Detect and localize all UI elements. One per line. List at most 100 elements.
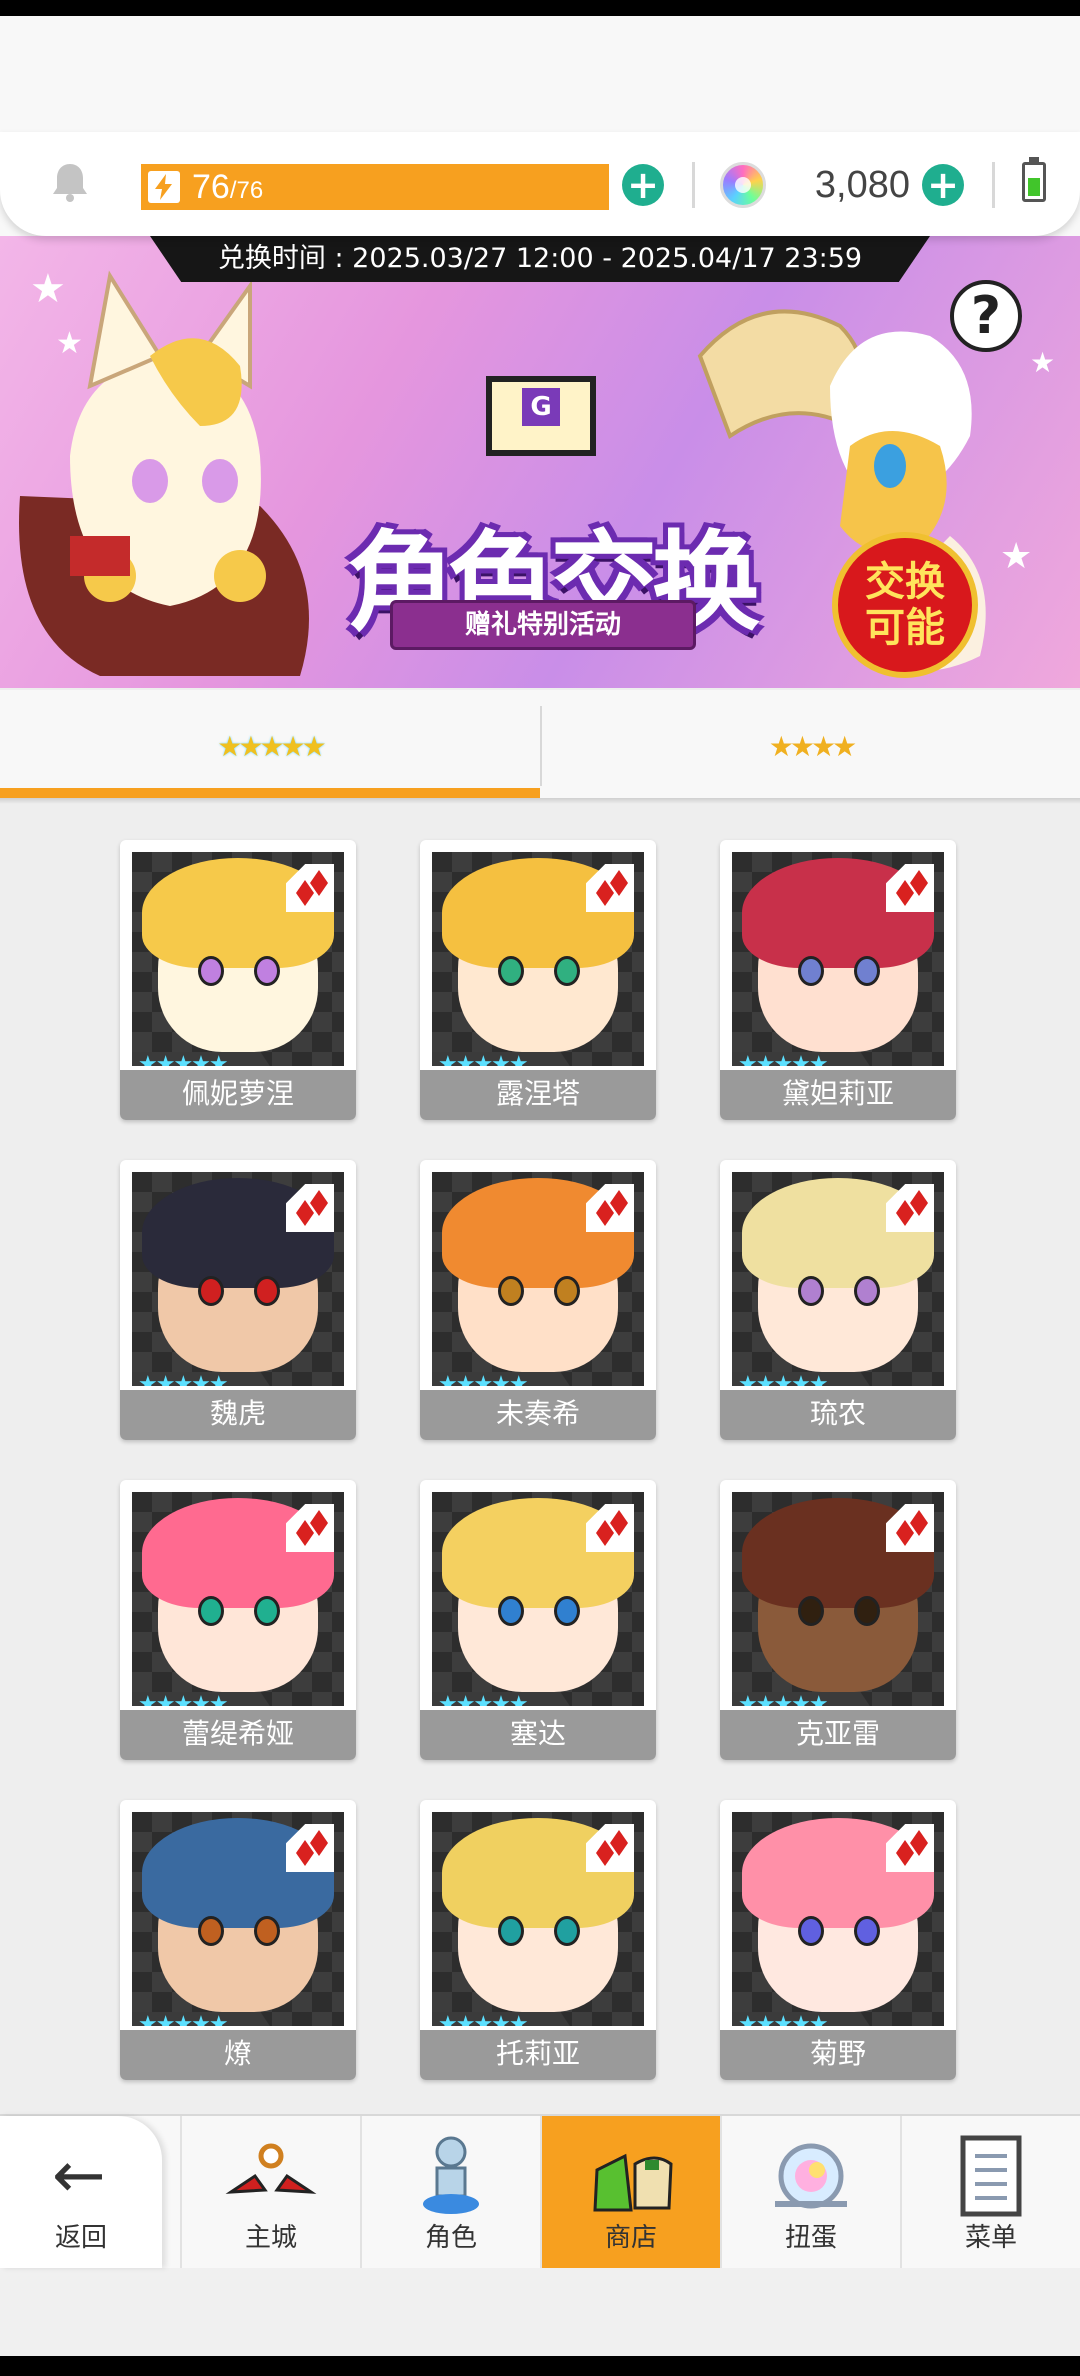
character-card[interactable]: ★★★★★ 琉农 bbox=[720, 1160, 956, 1440]
resource-hud: 76/76 + 3,080 + bbox=[0, 132, 1080, 236]
nav-item-shop[interactable]: 商店 bbox=[540, 2116, 720, 2268]
help-button[interactable]: ? bbox=[950, 280, 1022, 352]
battery-icon bbox=[1022, 162, 1046, 202]
character-name: 燎 bbox=[120, 2030, 356, 2080]
nav-label-shop: 商店 bbox=[604, 2223, 657, 2253]
five-star-icon: ★★★★★ bbox=[217, 730, 327, 763]
character-name: 克亚雷 bbox=[720, 1710, 956, 1760]
stamina-bar: 76/76 bbox=[141, 164, 609, 210]
plus-icon: + bbox=[627, 163, 659, 207]
add-gems-button[interactable]: + bbox=[922, 164, 964, 206]
character-card[interactable]: ★★★★★ 托莉亚 bbox=[420, 1800, 656, 2080]
nav-label-gacha: 扭蛋 bbox=[784, 2223, 837, 2253]
back-label: 返回 bbox=[54, 2223, 107, 2253]
character-name: 蕾缇希娅 bbox=[120, 1710, 356, 1760]
character-name: 托莉亚 bbox=[420, 2030, 656, 2080]
gacha-icon bbox=[775, 2143, 847, 2209]
character-card[interactable]: ★★★★★ 露涅塔 bbox=[420, 840, 656, 1120]
nav-item-menu[interactable]: 菜单 bbox=[900, 2116, 1080, 2268]
cat-mascot-illustration bbox=[19, 270, 309, 676]
character-card[interactable]: ★★★★★ 克亚雷 bbox=[720, 1480, 956, 1760]
divider bbox=[992, 162, 995, 208]
nav-item-character[interactable]: 角色 bbox=[360, 2116, 540, 2268]
rarity-stars: ★★★★★ bbox=[732, 1372, 878, 1386]
character-portrait: ★★★★★ bbox=[432, 1812, 644, 2026]
rarity-stars: ★★★★★ bbox=[132, 1692, 278, 1706]
tab-five-star[interactable]: ★★★★★ bbox=[0, 690, 540, 798]
shop-icon bbox=[593, 2153, 673, 2212]
badge-line-2: 可能 bbox=[865, 605, 945, 651]
character-card[interactable]: ★★★★★ 塞达 bbox=[420, 1480, 656, 1760]
banner-subtitle: 赠礼特别活动 bbox=[390, 600, 696, 650]
status-bar bbox=[0, 0, 1080, 16]
envelope-seal: G bbox=[522, 388, 560, 426]
character-name: 黛妲莉亚 bbox=[720, 1070, 956, 1120]
character-card[interactable]: ★★★★★ 佩妮萝涅 bbox=[120, 840, 356, 1120]
character-portrait: ★★★★★ bbox=[132, 1492, 344, 1706]
character-portrait: ★★★★★ bbox=[732, 1172, 944, 1386]
stamina-value: 76 bbox=[192, 168, 230, 206]
add-stamina-button[interactable]: + bbox=[622, 164, 664, 206]
character-portrait: ★★★★★ bbox=[132, 852, 344, 1066]
character-card[interactable]: ★★★★★ 魏虎 bbox=[120, 1160, 356, 1440]
divider bbox=[692, 162, 695, 208]
nav-label-castle: 主城 bbox=[244, 2223, 297, 2253]
character-portrait: ★★★★★ bbox=[732, 1812, 944, 2026]
character-card[interactable]: ★★★★★ 蕾缇希娅 bbox=[120, 1480, 356, 1760]
character-portrait: ★★★★★ bbox=[432, 1172, 644, 1386]
character-portrait: ★★★★★ bbox=[432, 1492, 644, 1706]
rarity-stars: ★★★★★ bbox=[432, 1372, 578, 1386]
rarity-stars: ★★★★★ bbox=[432, 1692, 578, 1706]
character-icon bbox=[423, 2136, 479, 2214]
nav-item-gacha[interactable]: 扭蛋 bbox=[720, 2116, 900, 2268]
plus-icon: + bbox=[927, 163, 959, 207]
system-bar bbox=[0, 2356, 1080, 2376]
menu-icon bbox=[960, 2135, 1022, 2217]
stamina-max: /76 bbox=[229, 177, 264, 204]
character-card[interactable]: ★★★★★ 未奏希 bbox=[420, 1160, 656, 1440]
castle-icon bbox=[225, 2143, 317, 2194]
character-name: 未奏希 bbox=[420, 1390, 656, 1440]
rarity-stars: ★★★★★ bbox=[432, 2012, 578, 2026]
rarity-stars: ★★★★★ bbox=[732, 1692, 878, 1706]
back-button[interactable]: ← 返回 bbox=[0, 2116, 162, 2268]
envelope-icon: G bbox=[486, 376, 596, 456]
stamina-readout: 76/76 bbox=[192, 167, 263, 207]
character-card[interactable]: ★★★★★ 菊野 bbox=[720, 1800, 956, 2080]
character-portrait: ★★★★★ bbox=[732, 1492, 944, 1706]
back-arrow-icon: ← bbox=[52, 2139, 106, 2213]
tab-shadow bbox=[0, 798, 1080, 804]
character-portrait: ★★★★★ bbox=[132, 1172, 344, 1386]
character-name: 琉农 bbox=[720, 1390, 956, 1440]
character-portrait: ★★★★★ bbox=[732, 852, 944, 1066]
tab-four-star[interactable]: ★★★★ bbox=[542, 690, 1080, 798]
character-name: 塞达 bbox=[420, 1710, 656, 1760]
rarity-stars: ★★★★★ bbox=[132, 2012, 278, 2026]
gem-count: 3,080 bbox=[814, 164, 910, 206]
lightning-icon bbox=[148, 171, 180, 203]
character-portrait: ★★★★★ bbox=[132, 1812, 344, 2026]
nav-label-character: 角色 bbox=[424, 2223, 477, 2253]
rarity-stars: ★★★★★ bbox=[732, 1052, 878, 1066]
badge-line-1: 交换 bbox=[865, 559, 945, 605]
rarity-stars: ★★★★★ bbox=[132, 1372, 278, 1386]
character-name: 佩妮萝涅 bbox=[120, 1070, 356, 1120]
character-portrait: ★★★★★ bbox=[432, 852, 644, 1066]
character-name: 露涅塔 bbox=[420, 1070, 656, 1120]
exchange-date-range: 兑换时间 : 2025.03/27 12:00 - 2025.04/17 23:… bbox=[150, 236, 930, 282]
character-name: 魏虎 bbox=[120, 1390, 356, 1440]
exchange-available-badge: 交换 可能 bbox=[832, 532, 978, 678]
character-name: 菊野 bbox=[720, 2030, 956, 2080]
nav-label-menu: 菜单 bbox=[964, 2223, 1017, 2253]
rarity-stars: ★★★★★ bbox=[132, 1052, 278, 1066]
active-tab-indicator bbox=[0, 788, 540, 798]
bell-icon[interactable] bbox=[48, 160, 92, 204]
rarity-stars: ★★★★★ bbox=[432, 1052, 578, 1066]
nav-item-castle[interactable]: 主城 bbox=[180, 2116, 360, 2268]
gem-icon bbox=[720, 162, 766, 208]
rarity-stars: ★★★★★ bbox=[732, 2012, 878, 2026]
event-banner[interactable]: ★ ★ ★ ★ 兑换时间 : 2025.03/27 12:00 - 2025.0… bbox=[0, 236, 1080, 688]
four-star-icon: ★★★★ bbox=[768, 730, 857, 763]
character-card[interactable]: ★★★★★ 燎 bbox=[120, 1800, 356, 2080]
character-card[interactable]: ★★★★★ 黛妲莉亚 bbox=[720, 840, 956, 1120]
